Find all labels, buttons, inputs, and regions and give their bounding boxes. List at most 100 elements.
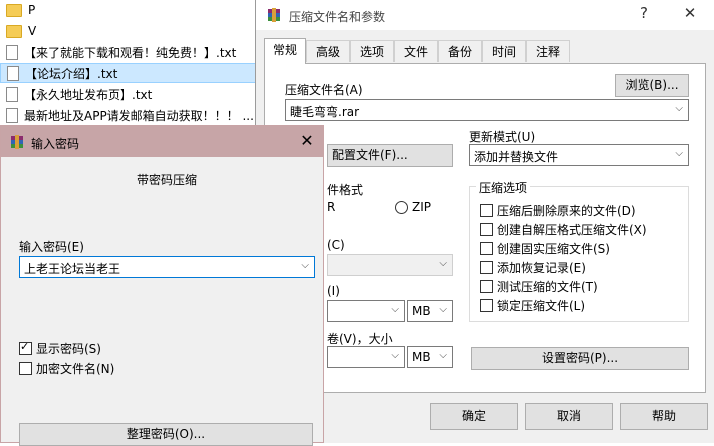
archive-name-value: 睫毛弯弯.rar [290,105,360,119]
update-mode-label: 更新模式(U) [469,130,536,144]
password-input[interactable]: 上老王论坛当老王 ⌵ [19,256,315,278]
option-test-files[interactable]: 测试压缩的文件(T) [480,278,598,295]
file-name: V [28,24,37,38]
checkbox[interactable] [480,261,493,274]
option-label: 创建固实压缩文件(S) [497,242,610,256]
list-item-selected[interactable]: 【论坛介绍】.txt [0,63,258,83]
general-tab-panel: 压缩文件名(A) 浏览(B)... 睫毛弯弯.rar ⌵ 配置文件(F)... … [264,63,706,393]
checkbox[interactable] [480,204,493,217]
file-list: P V 【来了就能下载和观看！纯免费！】.txt 【论坛介绍】.txt 【永久地… [0,0,260,130]
format-zip-label: ZIP [412,200,431,214]
checkbox[interactable] [19,340,32,355]
winrar-icon [11,135,23,149]
radio-button[interactable] [395,200,408,214]
dictionary-size-combo[interactable]: ⌵ [327,300,405,322]
chevron-down-icon[interactable]: ⌵ [675,148,683,159]
option-delete-after[interactable]: 压缩后删除原来的文件(D) [480,202,636,219]
checkbox[interactable] [480,280,493,293]
split-volumes-label: 卷(V)，大小 [327,332,393,346]
split-size-combo[interactable]: ⌵ [327,346,405,368]
list-item[interactable]: 【来了就能下载和观看！纯免费！】.txt [0,42,258,62]
help-button[interactable]: 帮助 [620,403,708,430]
tab-general[interactable]: 常规 [264,38,306,64]
update-mode-value: 添加并替换文件 [474,150,559,164]
show-password-label: 显示密码(S) [36,342,101,356]
option-recovery-record[interactable]: 添加恢复记录(E) [480,259,586,276]
archive-name-label: 压缩文件名(A) [285,83,363,97]
compression-method-combo[interactable]: ⌵ [327,254,453,276]
split-unit-value: MB [412,350,431,364]
browse-button[interactable]: 浏览(B)... [615,74,689,97]
password-value: 上老王论坛当老王 [24,262,121,276]
chevron-down-icon[interactable]: ⌵ [391,350,399,361]
archive-name-combo[interactable]: 睫毛弯弯.rar ⌵ [285,99,689,121]
compression-options-title: 压缩选项 [476,179,531,196]
password-heading: 带密码压缩 [137,173,198,187]
archive-format-label: 件格式 [327,183,364,197]
close-icon[interactable]: ✕ [675,4,705,22]
file-name: 最新地址及APP请发邮箱自动获取！！！ ... [24,108,254,123]
cancel-button[interactable]: 取消 [525,403,613,430]
compression-method-label: (C) [327,238,345,252]
option-label: 添加恢复记录(E) [497,261,586,275]
option-lock-archive[interactable]: 锁定压缩文件(L) [480,297,585,314]
file-name: 【来了就能下载和观看！纯免费！】.txt [24,45,237,60]
dialog-titlebar[interactable]: 压缩文件名和参数 ? ✕ [256,0,714,30]
tab-comment[interactable]: 注释 [526,40,570,62]
chevron-down-icon[interactable]: ⌵ [301,260,309,271]
split-unit-combo[interactable]: MB ⌵ [407,346,453,368]
list-item[interactable]: 最新地址及APP请发邮箱自动获取！！！ ... [0,105,258,125]
checkbox[interactable] [480,299,493,312]
set-password-button[interactable]: 设置密码(P)... [471,347,689,370]
password-label: 输入密码(E) [19,240,84,254]
profiles-button[interactable]: 配置文件(F)... [327,144,453,167]
option-solid[interactable]: 创建固实压缩文件(S) [480,240,610,257]
option-label: 锁定压缩文件(L) [497,299,586,313]
tab-time[interactable]: 时间 [482,40,526,62]
dictionary-unit-combo[interactable]: MB ⌵ [407,300,453,322]
ok-button[interactable]: 确定 [430,403,518,430]
folder-icon [6,3,22,17]
checkbox[interactable] [480,242,493,255]
file-name: P [28,3,36,17]
dictionary-unit-value: MB [412,304,431,318]
option-sfx[interactable]: 创建自解压格式压缩文件(X) [480,221,647,238]
list-item[interactable]: 【永久地址发布页】.txt [0,84,258,104]
option-label: 测试压缩的文件(T) [497,280,598,294]
checkbox[interactable] [480,223,493,236]
folder-icon [6,24,22,38]
tab-options[interactable]: 选项 [350,40,394,62]
update-mode-combo[interactable]: 添加并替换文件 ⌵ [469,144,689,166]
enter-password-dialog: 输入密码 ✕ 带密码压缩 输入密码(E) 上老王论坛当老王 ⌵ 显示密码(S) … [0,125,324,446]
format-rar-label[interactable]: R [327,200,335,214]
chevron-down-icon[interactable]: ⌵ [391,304,399,315]
encrypt-filenames-label: 加密文件名(N) [36,362,115,376]
format-zip-radio[interactable]: ZIP [395,200,431,214]
list-item[interactable]: P [0,0,258,20]
file-name: 【论坛介绍】.txt [25,66,118,81]
compression-options-group: 压缩选项 压缩后删除原来的文件(D) 创建自解压格式压缩文件(X) 创建固实压缩… [469,179,689,322]
text-file-icon [6,86,18,102]
chevron-down-icon[interactable]: ⌵ [675,103,683,114]
tab-backup[interactable]: 备份 [438,40,482,62]
dialog-title: 压缩文件名和参数 [289,10,386,24]
close-icon[interactable]: ✕ [297,131,317,150]
dictionary-size-label: (I) [327,284,340,298]
text-file-icon [6,44,18,60]
dialog-titlebar[interactable]: 输入密码 ✕ [1,126,323,157]
tab-advanced[interactable]: 高级 [306,40,350,62]
file-name: 【永久地址发布页】.txt [24,87,153,102]
option-label: 创建自解压格式压缩文件(X) [497,223,647,237]
dialog-title: 输入密码 [31,137,80,151]
checkbox[interactable] [19,362,32,375]
text-file-icon [6,107,18,123]
tab-files[interactable]: 文件 [394,40,438,62]
chevron-down-icon[interactable]: ⌵ [439,350,447,361]
chevron-down-icon[interactable]: ⌵ [439,258,447,269]
list-item[interactable]: V [0,21,258,41]
encrypt-filenames-checkbox[interactable]: 加密文件名(N) [19,360,114,377]
chevron-down-icon[interactable]: ⌵ [439,304,447,315]
winrar-icon [268,8,280,22]
show-password-checkbox[interactable]: 显示密码(S) [19,340,101,357]
help-icon[interactable]: ? [629,4,659,22]
